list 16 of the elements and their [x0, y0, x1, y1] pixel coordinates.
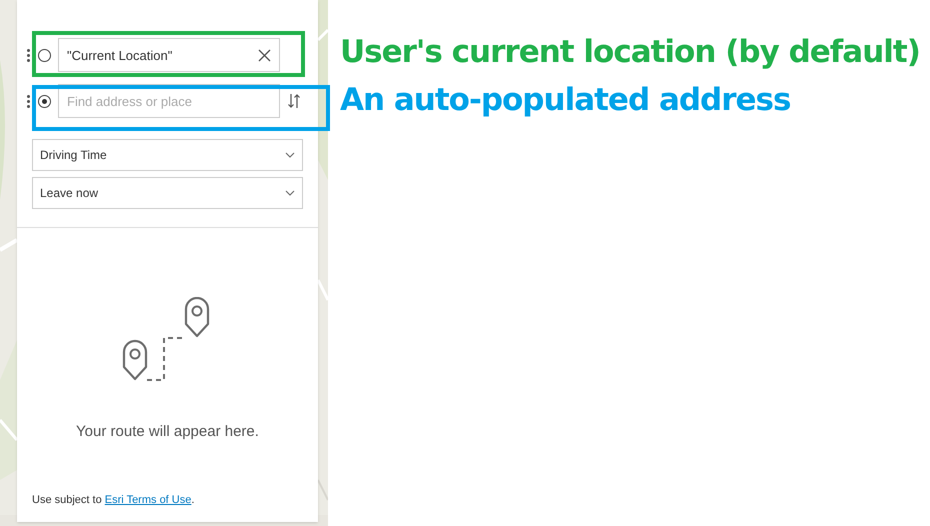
- close-icon[interactable]: [258, 49, 271, 62]
- annotation-text: An auto-populated address: [340, 81, 792, 120]
- stop-input-field[interactable]: "Current Location": [58, 38, 280, 72]
- drag-handle-icon[interactable]: [27, 48, 30, 62]
- terms-link[interactable]: Esri Terms of Use: [104, 494, 192, 506]
- stop-radio[interactable]: [38, 48, 51, 62]
- annotation-text: User's current location (by default): [340, 33, 920, 72]
- chevron-icon: [285, 190, 295, 196]
- dropdown-select[interactable]: Leave now: [32, 177, 303, 209]
- chevron-icon: [285, 152, 295, 158]
- empty-route-message: Your route will appear here.: [76, 422, 259, 442]
- drag-handle-icon[interactable]: [27, 94, 30, 108]
- dropdown-select[interactable]: Driving Time: [32, 139, 303, 171]
- stop-radio[interactable]: [38, 94, 51, 108]
- swap-icon[interactable]: [288, 93, 300, 109]
- terms-text: Use subject to Esri Terms of Use.: [31, 492, 196, 508]
